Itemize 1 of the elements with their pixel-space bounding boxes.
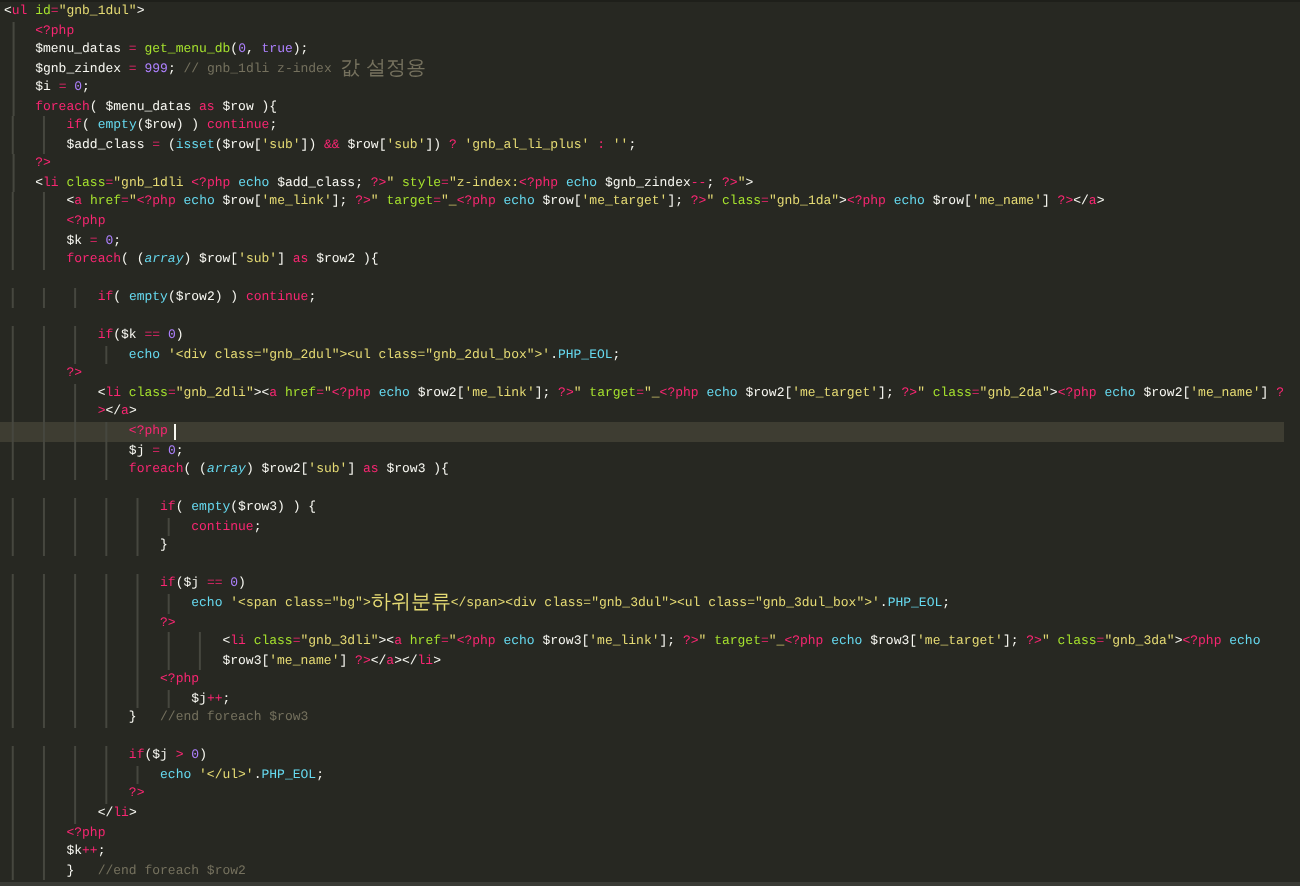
text-cursor [173,423,176,440]
